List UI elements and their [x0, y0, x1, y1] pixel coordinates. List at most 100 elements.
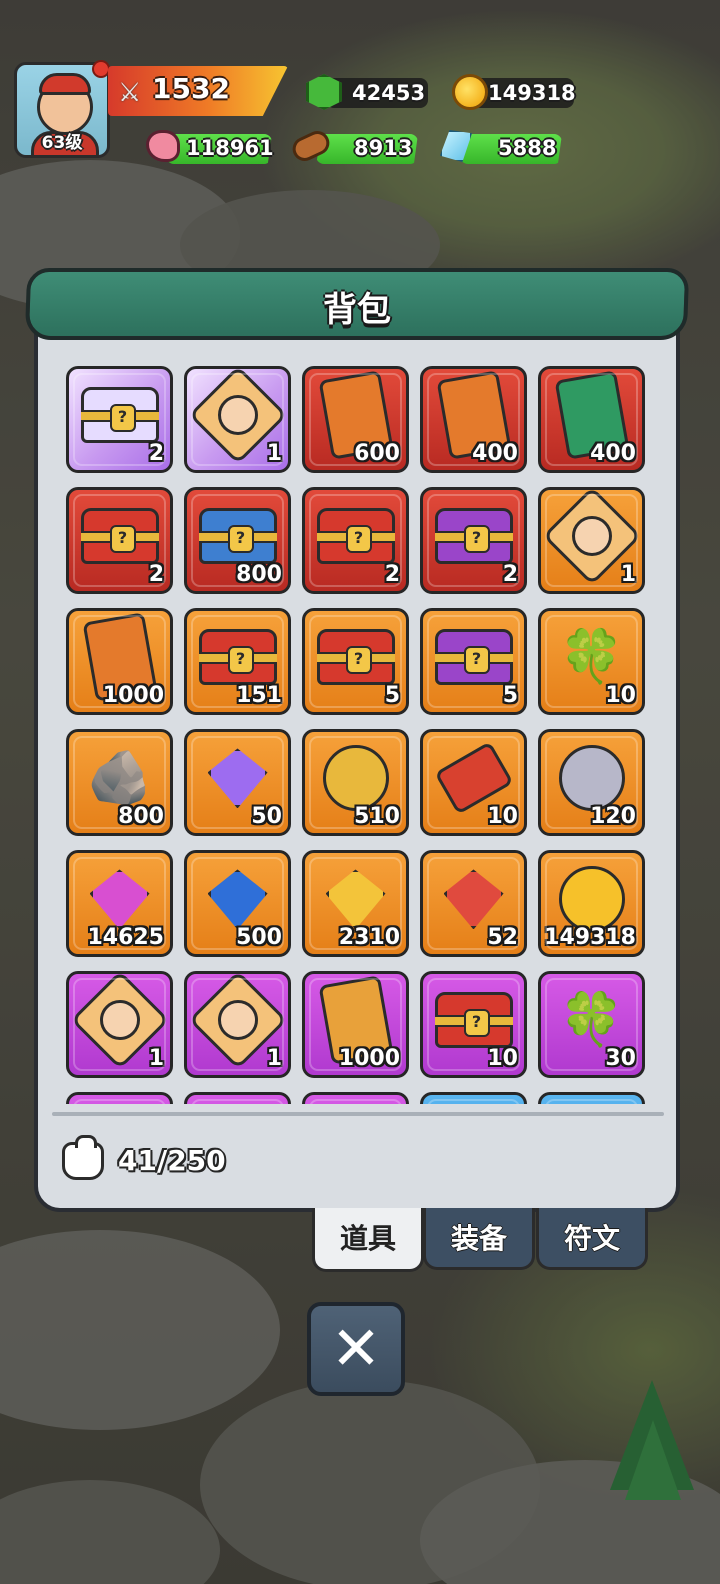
stone-icon: 🪨: [87, 748, 152, 809]
item-count: 400: [590, 441, 636, 466]
gold-value: 149318: [488, 81, 576, 105]
item-slot[interactable]: 800: [184, 487, 291, 594]
tab-items[interactable]: 道具: [312, 1208, 424, 1272]
item-slot[interactable]: 120: [538, 729, 645, 836]
item-slot[interactable]: 500: [184, 850, 291, 957]
bag-title: 背包: [323, 290, 391, 330]
item-slot[interactable]: 1: [538, 487, 645, 594]
item-grid: 216004004002800221100015155🍀10🪨800505101…: [66, 366, 645, 1104]
item-slot[interactable]: 🍀 10: [538, 608, 645, 715]
meat-icon: [146, 130, 180, 162]
item-count: 1: [148, 1046, 164, 1071]
item-slot[interactable]: 400: [538, 366, 645, 473]
item-slot[interactable]: 10: [420, 729, 527, 836]
item-slot[interactable]: 2: [302, 487, 409, 594]
item-count: 500: [236, 925, 282, 950]
item-slot[interactable]: 1000: [302, 971, 409, 1078]
item-slot[interactable]: [420, 1092, 527, 1104]
item-count: 151: [236, 683, 282, 708]
item-slot[interactable]: [184, 1092, 291, 1104]
item-count: 1: [266, 1046, 282, 1071]
gold-clover-icon: 🍀: [559, 990, 624, 1051]
backpack-icon: [62, 1135, 104, 1180]
item-slot[interactable]: 600: [302, 366, 409, 473]
item-slot[interactable]: 5: [302, 608, 409, 715]
blue-gem-icon: [207, 869, 268, 930]
tab-runes[interactable]: 符文: [536, 1208, 648, 1270]
item-count: 10: [487, 1046, 518, 1071]
item-count: 30: [605, 1046, 636, 1071]
crown-chest-icon: [198, 508, 277, 565]
item-slot[interactable]: 52: [420, 850, 527, 957]
crystal-value: 5888: [498, 136, 557, 160]
item-count: 10: [487, 804, 518, 829]
item-count: 1000: [102, 683, 164, 708]
gem-value: 42453: [352, 81, 426, 105]
close-icon: ✕: [330, 1314, 382, 1384]
item-slot[interactable]: 50: [184, 729, 291, 836]
item-slot[interactable]: 1000: [66, 608, 173, 715]
item-count: 120: [590, 804, 636, 829]
item-slot[interactable]: [66, 1092, 173, 1104]
gold-coin-icon: [452, 74, 488, 110]
item-slot[interactable]: 🍀 30: [538, 971, 645, 1078]
item-count: 52: [487, 925, 518, 950]
purple-crystal-icon: [207, 748, 268, 809]
rune-stone-icon: [558, 745, 625, 812]
swords-icon: ⚔: [118, 78, 142, 108]
item-count: 5: [502, 683, 518, 708]
tab-equipment[interactable]: 装备: [423, 1208, 535, 1270]
player-level: 63级: [41, 133, 83, 153]
item-slot[interactable]: 400: [420, 366, 527, 473]
item-slot[interactable]: 149318: [538, 850, 645, 957]
star-badge-icon: [322, 745, 389, 812]
item-slot[interactable]: 2: [66, 487, 173, 594]
close-button[interactable]: ✕: [307, 1302, 405, 1396]
mystery-chest-small-icon: [316, 629, 395, 686]
item-count: 2310: [338, 925, 400, 950]
cat-mystery-chest-icon: [434, 629, 513, 686]
notification-dot: [92, 60, 110, 78]
wood-value: 8913: [354, 136, 413, 160]
mystery-chest-icon: [80, 508, 159, 565]
item-slot[interactable]: 1: [184, 971, 291, 1078]
item-grid-viewport[interactable]: 216004004002800221100015155🍀10🪨800505101…: [50, 346, 664, 1104]
power-value: 1532: [152, 72, 230, 105]
pink-diamond-icon: [89, 869, 150, 930]
item-slot[interactable]: 510: [302, 729, 409, 836]
item-slot[interactable]: 1: [66, 971, 173, 1078]
item-count: 2: [148, 562, 164, 587]
item-count: 1: [620, 562, 636, 587]
item-count: 2: [502, 562, 518, 587]
item-count: 600: [354, 441, 400, 466]
item-slot[interactable]: 1: [184, 366, 291, 473]
item-count: 2: [384, 562, 400, 587]
item-slot[interactable]: 🪨 800: [66, 729, 173, 836]
item-slot[interactable]: 2: [420, 487, 527, 594]
item-count: 800: [118, 804, 164, 829]
item-slot[interactable]: 14625: [66, 850, 173, 957]
meat-value: 118961: [186, 136, 274, 160]
clover-icon: 🍀: [559, 627, 624, 688]
mystery-chest-small-icon: [316, 508, 395, 565]
item-count: 510: [354, 804, 400, 829]
item-count: 14625: [87, 925, 164, 950]
item-count: 2: [148, 441, 164, 466]
item-slot[interactable]: [302, 1092, 409, 1104]
gold-coin-icon: [558, 866, 625, 933]
red-gem-icon: [443, 869, 504, 930]
item-slot[interactable]: 10: [420, 971, 527, 1078]
item-count: 800: [236, 562, 282, 587]
heart-chest-icon: [80, 387, 159, 444]
cat-chest-icon: [434, 508, 513, 565]
item-slot[interactable]: 2310: [302, 850, 409, 957]
item-slot[interactable]: 2: [66, 366, 173, 473]
item-count: 149318: [544, 925, 636, 950]
item-count: 1000: [338, 1046, 400, 1071]
item-count: 5: [384, 683, 400, 708]
bag-capacity: 41/250: [118, 1144, 226, 1177]
item-slot[interactable]: [538, 1092, 645, 1104]
item-slot[interactable]: 5: [420, 608, 527, 715]
item-slot[interactable]: 151: [184, 608, 291, 715]
item-count: 10: [605, 683, 636, 708]
